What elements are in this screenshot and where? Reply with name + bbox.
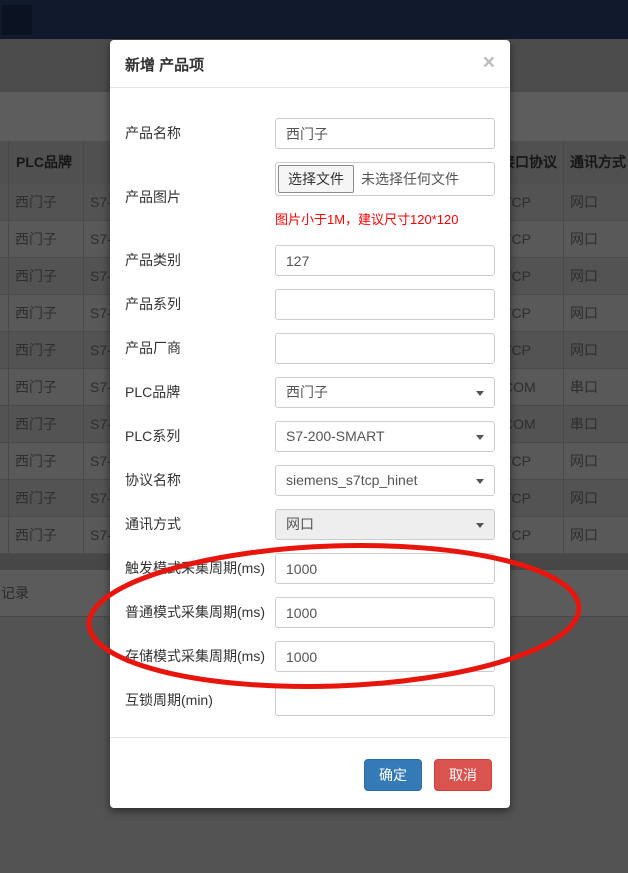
table-cell: 网口 [570, 258, 598, 294]
record-count-label: 记录 [1, 583, 29, 603]
product-series-group: 产品系列 [125, 289, 495, 320]
plc-series-selected-value: S7-200-SMART [286, 422, 385, 451]
table-cell: 西门子 [15, 369, 57, 405]
modal-footer: 确定 取消 [110, 737, 510, 805]
normal-cycle-group: 普通模式采集周期(ms) [125, 597, 495, 628]
storage-cycle-input[interactable] [275, 641, 495, 672]
plc-brand-group: PLC品牌西门子 [125, 377, 495, 408]
table-cell: S7- [90, 258, 112, 294]
page: PLC品牌 接口协议 通讯方式 西门子S7-TCP网口西门子S7-TCP网口西门… [0, 0, 628, 873]
table-cell: S7- [90, 369, 112, 405]
table-cell: 西门子 [15, 517, 57, 553]
normal-cycle-input[interactable] [275, 597, 495, 628]
plc-series-select[interactable]: S7-200-SMART [275, 421, 495, 452]
chevron-down-icon [476, 479, 484, 484]
column-divider [83, 141, 84, 554]
table-cell: 西门子 [15, 406, 57, 442]
table-cell: S7- [90, 221, 112, 257]
table-cell: 西门子 [15, 295, 57, 331]
column-divider [563, 141, 564, 554]
storage-cycle-label: 存储模式采集周期(ms) [125, 641, 275, 672]
product-category-input[interactable] [275, 245, 495, 276]
product-vendor-group: 产品厂商 [125, 333, 495, 364]
table-cell: 西门子 [15, 443, 57, 479]
top-navbar [0, 0, 628, 39]
chevron-down-icon [476, 391, 484, 396]
close-icon[interactable]: × [481, 50, 497, 75]
product-series-label: 产品系列 [125, 289, 275, 320]
trigger-cycle-input[interactable] [275, 553, 495, 584]
plc-series-label: PLC系列 [125, 421, 275, 452]
modal-header: 新增 产品项 × [110, 40, 510, 88]
table-cell: S7- [90, 480, 112, 516]
file-input-column: 选择文件未选择任何文件图片小于1M，建议尺寸120*120 [275, 162, 495, 232]
product-vendor-input[interactable] [275, 333, 495, 364]
product-image-group: 产品图片选择文件未选择任何文件图片小于1M，建议尺寸120*120 [125, 162, 495, 232]
table-cell: 串口 [570, 369, 598, 405]
add-product-modal: 新增 产品项 × 产品名称产品图片选择文件未选择任何文件图片小于1M，建议尺寸1… [110, 40, 510, 808]
modal-title: 新增 产品项 [125, 54, 204, 75]
table-cell: 串口 [570, 406, 598, 442]
product-image-label: 产品图片 [125, 162, 275, 232]
column-header-plc-brand: PLC品牌 [16, 141, 72, 184]
product-vendor-label: 产品厂商 [125, 333, 275, 364]
plc-brand-selected-value: 西门子 [286, 378, 328, 407]
normal-cycle-label: 普通模式采集周期(ms) [125, 597, 275, 628]
product-category-label: 产品类别 [125, 245, 275, 276]
protocol-name-label: 协议名称 [125, 465, 275, 496]
protocol-name-select[interactable]: siemens_s7tcp_hinet [275, 465, 495, 496]
interlock-cycle-label: 互锁周期(min) [125, 685, 275, 716]
chevron-down-icon [476, 435, 484, 440]
plc-series-group: PLC系列 S7-200-SMART [125, 421, 495, 452]
protocol-name-group: 协议名称 siemens_s7tcp_hinet [125, 465, 495, 496]
table-cell: S7- [90, 184, 112, 220]
table-cell: 网口 [570, 295, 598, 331]
comm-mode-label: 通讯方式 [125, 509, 275, 540]
comm-mode-selected-value: 网口 [286, 510, 314, 539]
file-status-text: 未选择任何文件 [361, 169, 459, 189]
trigger-cycle-group: 触发模式采集周期(ms) [125, 553, 495, 584]
cancel-button[interactable]: 取消 [434, 759, 492, 791]
comm-mode-group: 通讯方式网口 [125, 509, 495, 540]
product-series-input[interactable] [275, 289, 495, 320]
product-name-label: 产品名称 [125, 118, 275, 149]
image-size-hint: 图片小于1M，建议尺寸120*120 [275, 212, 495, 228]
product-name-input[interactable] [275, 118, 495, 149]
interlock-cycle-input[interactable] [275, 685, 495, 716]
storage-cycle-group: 存储模式采集周期(ms) [125, 641, 495, 672]
confirm-button[interactable]: 确定 [364, 759, 422, 791]
product-category-group: 产品类别 [125, 245, 495, 276]
table-cell: S7- [90, 517, 112, 553]
table-cell: S7- [90, 406, 112, 442]
table-cell: 西门子 [15, 258, 57, 294]
chevron-down-icon [476, 523, 484, 528]
table-cell: S7- [90, 332, 112, 368]
product-name-group: 产品名称 [125, 118, 495, 149]
table-cell: 西门子 [15, 184, 57, 220]
column-divider [8, 141, 9, 554]
table-cell: 网口 [570, 480, 598, 516]
protocol-name-selected-value: siemens_s7tcp_hinet [286, 466, 418, 495]
interlock-cycle-group: 互锁周期(min) [125, 685, 495, 716]
table-cell: 西门子 [15, 221, 57, 257]
table-cell: 西门子 [15, 480, 57, 516]
table-cell: 网口 [570, 221, 598, 257]
plc-brand-label: PLC品牌 [125, 377, 275, 408]
modal-form: 产品名称产品图片选择文件未选择任何文件图片小于1M，建议尺寸120*120产品类… [110, 88, 510, 737]
file-input[interactable]: 选择文件未选择任何文件 [275, 162, 495, 196]
table-cell: 西门子 [15, 332, 57, 368]
plc-brand-select[interactable]: 西门子 [275, 377, 495, 408]
comm-mode-select[interactable]: 网口 [275, 509, 495, 540]
table-cell: S7- [90, 295, 112, 331]
column-header-comm-mode: 通讯方式 [570, 141, 626, 184]
choose-file-button[interactable]: 选择文件 [278, 165, 354, 193]
table-cell: 网口 [570, 517, 598, 553]
navbar-logo [2, 5, 32, 35]
table-cell: 网口 [570, 443, 598, 479]
trigger-cycle-label: 触发模式采集周期(ms) [125, 553, 275, 584]
table-cell: S7- [90, 443, 112, 479]
table-cell: 网口 [570, 184, 598, 220]
table-cell: 网口 [570, 332, 598, 368]
